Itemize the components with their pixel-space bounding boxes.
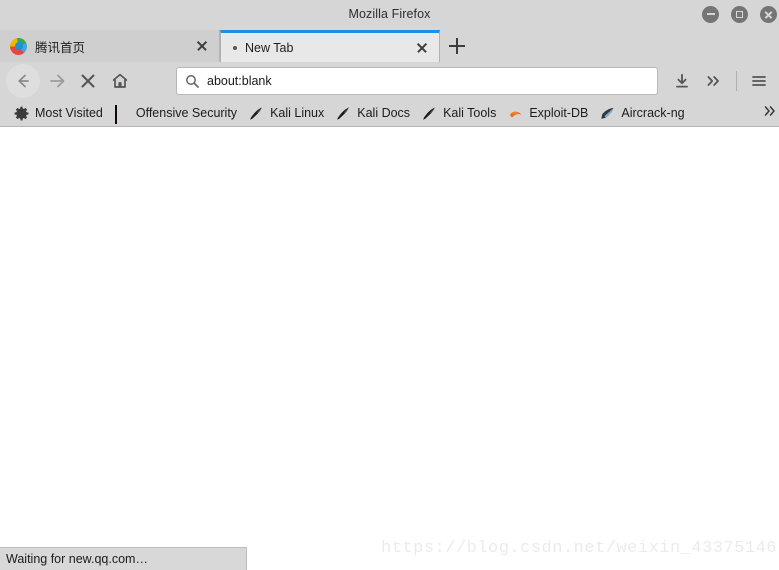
close-tab-button[interactable]: [413, 39, 431, 57]
bookmark-label: Kali Linux: [270, 106, 325, 120]
bookmark-kali-linux[interactable]: Kali Linux: [243, 102, 330, 124]
navigation-toolbar: about:blank: [0, 62, 779, 100]
stop-x-icon: [79, 72, 97, 90]
download-icon: [673, 72, 691, 90]
kali-dragon-icon: [422, 106, 437, 121]
overflow-button[interactable]: [698, 65, 730, 97]
tab-tencent[interactable]: 腾讯首页: [0, 30, 220, 62]
close-window-button[interactable]: [760, 5, 777, 23]
chevron-double-right-icon: [705, 72, 723, 90]
maximize-icon: [736, 10, 743, 18]
tencent-logo-icon: [10, 37, 27, 55]
bookmark-label: Offensive Security: [135, 106, 238, 120]
bookmark-exploit-db[interactable]: Exploit-DB: [502, 102, 594, 124]
url-text: about:blank: [207, 74, 272, 88]
minimize-button[interactable]: [702, 5, 719, 23]
stop-button[interactable]: [72, 65, 104, 97]
window-title: Mozilla Firefox: [348, 7, 431, 21]
home-icon: [111, 72, 129, 90]
app-menu-button[interactable]: [743, 65, 775, 97]
maximize-button[interactable]: [731, 5, 748, 23]
close-icon: [764, 10, 773, 19]
status-bar: Waiting for new.qq.com…: [0, 547, 247, 570]
back-button[interactable]: [6, 64, 40, 98]
status-text: Waiting for new.qq.com…: [6, 552, 148, 566]
page-content-area[interactable]: https://blog.csdn.net/weixin_43375146 Wa…: [0, 127, 779, 570]
offensive-security-icon: [114, 104, 130, 124]
tab-label: New Tab: [245, 40, 294, 55]
minimize-icon: [706, 13, 715, 15]
hamburger-menu-icon: [750, 72, 768, 90]
bookmark-label: Aircrack-ng: [621, 106, 685, 120]
new-tab-button[interactable]: [440, 30, 474, 62]
bookmark-kali-docs[interactable]: Kali Docs: [330, 102, 416, 124]
watermark-text: https://blog.csdn.net/weixin_43375146: [381, 539, 777, 558]
bookmark-label: Kali Docs: [357, 106, 411, 120]
arrow-right-icon: [47, 72, 65, 90]
bookmark-aircrack-ng[interactable]: Aircrack-ng: [594, 102, 690, 124]
firefox-window: Mozilla Firefox 腾讯首页 New Tab about:blank…: [0, 0, 779, 570]
url-bar[interactable]: about:blank: [176, 67, 658, 95]
loading-dot-icon: [233, 45, 237, 50]
kali-dragon-icon: [249, 106, 264, 121]
title-bar: Mozilla Firefox: [0, 0, 779, 28]
arrow-left-icon: [14, 72, 32, 90]
downloads-button[interactable]: [666, 65, 698, 97]
toolbar-separator: [736, 71, 737, 91]
chevron-double-right-icon: [763, 104, 777, 123]
tab-new-tab[interactable]: New Tab: [220, 30, 440, 62]
window-controls: [702, 0, 779, 28]
bookmark-label: Most Visited: [35, 106, 103, 120]
exploit-db-icon: [508, 106, 523, 121]
close-tab-button[interactable]: [193, 37, 211, 55]
aircrack-ng-icon: [600, 106, 615, 121]
gear-icon: [14, 106, 29, 121]
bookmark-offensive-security[interactable]: Offensive Security: [109, 102, 243, 124]
home-button[interactable]: [104, 65, 136, 97]
bookmarks-toolbar: Most Visited Offensive Security Kali Lin…: [0, 100, 779, 127]
kali-dragon-icon: [336, 106, 351, 121]
tab-strip: 腾讯首页 New Tab: [0, 28, 779, 62]
forward-button[interactable]: [40, 65, 72, 97]
bookmark-label: Kali Tools: [443, 106, 497, 120]
bookmark-label: Exploit-DB: [529, 106, 589, 120]
tab-label: 腾讯首页: [35, 40, 86, 55]
toolbar-right-group: [666, 65, 775, 97]
search-icon: [185, 74, 199, 88]
bookmarks-overflow-button[interactable]: [761, 100, 779, 126]
bookmark-most-visited[interactable]: Most Visited: [8, 102, 109, 124]
bookmark-kali-tools[interactable]: Kali Tools: [416, 102, 502, 124]
